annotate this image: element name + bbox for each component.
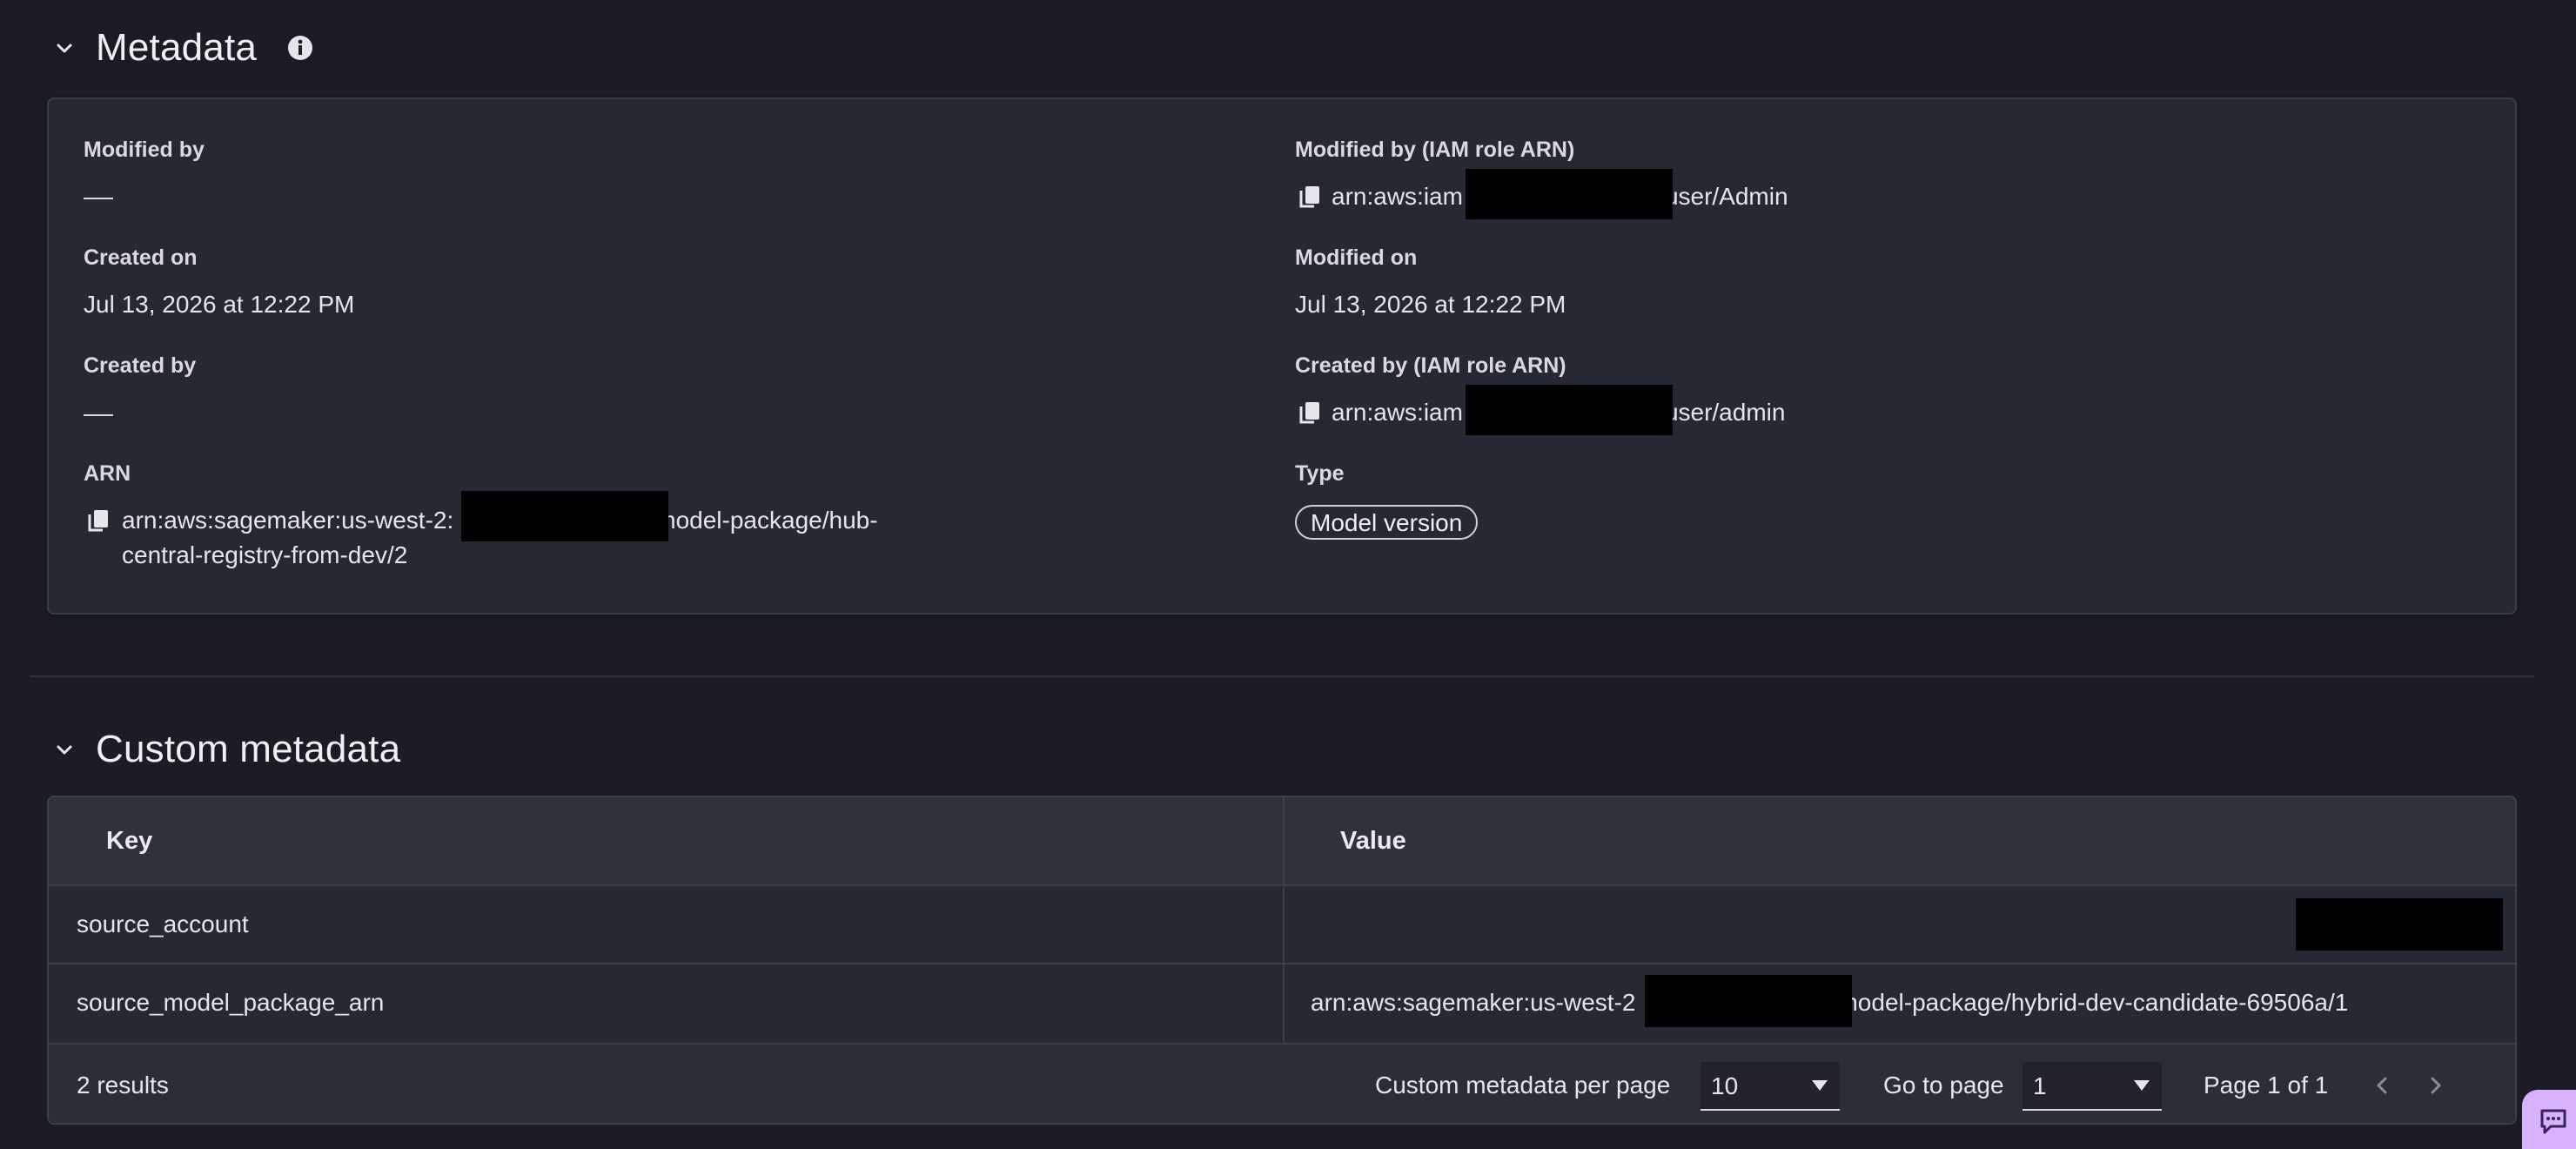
metadata-section-header[interactable]: Metadata <box>47 26 318 70</box>
next-page-button[interactable] <box>2421 1071 2451 1100</box>
arn-label: ARN <box>84 461 131 486</box>
go-to-page-select[interactable]: 1 <box>2023 1062 2162 1111</box>
per-page-select[interactable]: 10 <box>1701 1062 1840 1111</box>
table-header: Key Value <box>49 797 2515 884</box>
type-badge: Model version <box>1295 505 1479 540</box>
table-footer: 2 results Custom metadata per page 10 Go… <box>49 1043 2515 1123</box>
chevron-down-icon[interactable] <box>47 732 82 767</box>
created-by-arn-suffix: user/admin <box>1664 399 1786 426</box>
table-row: source_account <box>49 884 2515 963</box>
copy-modified-by-arn-icon[interactable] <box>1298 185 1321 209</box>
created-by-label: Created by <box>84 353 197 378</box>
custom-metadata-table: Key Value source_account source_model_pa… <box>47 796 2517 1125</box>
results-count: 2 results <box>77 1072 169 1099</box>
source-account-redaction <box>2296 898 2503 951</box>
type-label: Type <box>1295 461 1345 486</box>
arn-redaction <box>461 491 668 541</box>
chevron-left-icon <box>2377 1077 2387 1094</box>
chat-icon <box>2540 1109 2566 1134</box>
column-divider <box>1283 797 1285 1043</box>
arn-value-suffix: model-package/hub- <box>655 507 878 534</box>
per-page-value: 10 <box>1711 1072 1739 1099</box>
created-on-label: Created on <box>84 245 198 270</box>
modified-by-empty-value <box>84 198 113 199</box>
go-to-page-label: Go to page <box>1883 1072 2004 1099</box>
modified-by-arn-redaction <box>1466 169 1673 219</box>
chevron-right-icon <box>2431 1077 2441 1094</box>
modified-by-arn-suffix: user/Admin <box>1664 183 1788 210</box>
copy-arn-icon[interactable] <box>87 508 110 533</box>
column-header-key[interactable]: Key <box>106 797 152 884</box>
table-row: source_model_package_arn arn:aws:sagemak… <box>49 963 2515 1043</box>
created-by-arn-redaction <box>1466 385 1673 435</box>
arn-value-prefix: arn:aws:sagemaker:us-west-2: <box>122 507 454 534</box>
created-by-arn-label: Created by (IAM role ARN) <box>1295 353 1566 378</box>
caret-down-icon <box>2134 1080 2150 1091</box>
go-to-page-value: 1 <box>2033 1072 2047 1099</box>
copy-created-by-arn-icon[interactable] <box>1298 400 1321 425</box>
arn-value-line2: central-registry-from-dev/2 <box>122 541 408 568</box>
caret-down-icon <box>1812 1080 1828 1091</box>
modified-on-value: Jul 13, 2026 at 12:22 PM <box>1295 291 1566 318</box>
row-key-cell: source_model_package_arn <box>77 989 385 1016</box>
row-key-cell: source_account <box>77 910 249 937</box>
source-arn-prefix: arn:aws:sagemaker:us-west-2 <box>1311 989 1636 1016</box>
column-header-value[interactable]: Value <box>1340 797 1406 884</box>
info-icon[interactable] <box>283 30 318 65</box>
custom-metadata-section-header[interactable]: Custom metadata <box>47 728 400 771</box>
modified-by-label: Modified by <box>84 138 205 162</box>
per-page-label: Custom metadata per page <box>1375 1072 1671 1099</box>
custom-metadata-title: Custom metadata <box>96 728 401 770</box>
modified-on-label: Modified on <box>1295 245 1418 270</box>
page-status: Page 1 of 1 <box>2204 1072 2329 1099</box>
chevron-down-icon[interactable] <box>47 30 82 65</box>
source-arn-redaction <box>1645 975 1852 1027</box>
metadata-panel: Modified by Created on Jul 13, 2026 at 1… <box>47 97 2517 615</box>
chat-feedback-button[interactable] <box>2522 1090 2576 1149</box>
created-by-arn-prefix: arn:aws:iam <box>1332 399 1463 426</box>
previous-page-button[interactable] <box>2367 1071 2397 1100</box>
created-by-empty-value <box>84 414 113 416</box>
source-arn-suffix: model-package/hybrid-dev-candidate-69506… <box>1837 989 2349 1016</box>
modified-by-arn-label: Modified by (IAM role ARN) <box>1295 138 1575 162</box>
created-on-value: Jul 13, 2026 at 12:22 PM <box>84 291 355 318</box>
modified-by-arn-prefix: arn:aws:iam <box>1332 183 1463 210</box>
metadata-title: Metadata <box>96 26 258 69</box>
page: Metadata Modified by Created on Jul 13, … <box>0 0 2576 1149</box>
section-divider <box>30 675 2534 677</box>
